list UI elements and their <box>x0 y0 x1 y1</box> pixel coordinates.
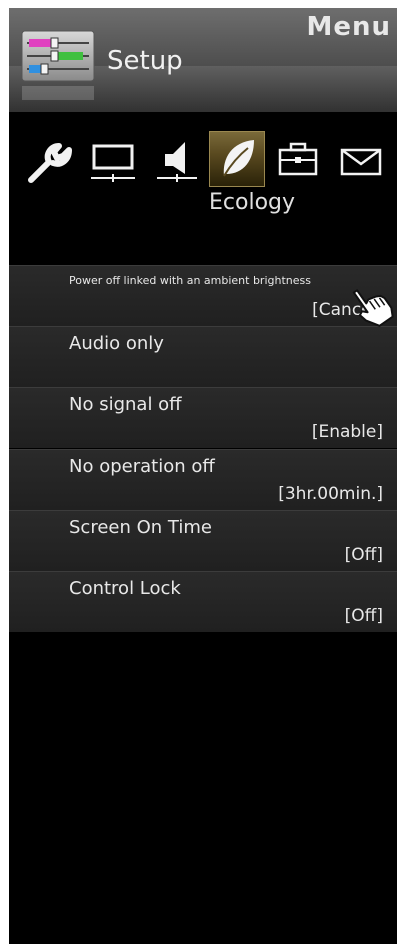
row-value: [Off] <box>344 545 383 565</box>
leaf-icon <box>223 140 254 177</box>
row-power-off-ambient[interactable]: Power off linked with an ambient brightn… <box>9 265 397 326</box>
row-value: [Off] <box>344 606 383 626</box>
hand-cursor-icon <box>352 289 394 327</box>
row-label: No operation off <box>69 456 215 477</box>
menu-header: Menu Setup <box>9 8 397 112</box>
row-audio-only[interactable]: Audio only <box>9 326 397 387</box>
row-value: [Enable] <box>311 422 383 442</box>
briefcase-icon[interactable] <box>277 132 319 190</box>
category-label: Ecology <box>209 190 296 215</box>
row-label: Power off linked with an ambient brightn… <box>69 274 311 287</box>
speaker-icon[interactable] <box>151 132 203 190</box>
monitor-icon[interactable] <box>87 132 139 190</box>
row-value: [3hr.00min.] <box>278 484 383 504</box>
row-control-lock[interactable]: Control Lock [Off] <box>9 571 397 632</box>
wrench-icon[interactable] <box>23 132 73 190</box>
setup-sliders-icon <box>21 30 95 82</box>
row-label: No signal off <box>69 394 182 415</box>
ecology-tab[interactable] <box>209 131 265 187</box>
row-label: Screen On Time <box>69 517 212 538</box>
mail-icon[interactable] <box>339 132 383 190</box>
menu-panel: Menu Setup Ecology Power off linked with… <box>9 8 397 944</box>
section-title: Setup <box>107 46 183 76</box>
row-no-signal-off[interactable]: No signal off [Enable] <box>9 387 397 448</box>
row-label: Audio only <box>69 333 164 354</box>
row-screen-on-time[interactable]: Screen On Time [Off] <box>9 510 397 571</box>
row-no-operation-off[interactable]: No operation off [3hr.00min.] <box>9 449 397 510</box>
menu-title: Menu <box>306 12 391 42</box>
setup-icon-reflection <box>22 86 94 100</box>
row-label: Control Lock <box>69 578 181 599</box>
